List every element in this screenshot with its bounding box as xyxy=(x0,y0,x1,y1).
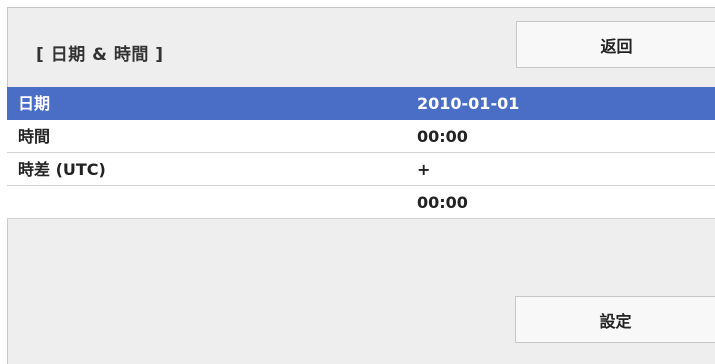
row-timezone-sign-value: + xyxy=(417,160,431,179)
row-date[interactable]: 日期 2010-01-01 xyxy=(7,87,715,120)
back-button[interactable]: 返回 xyxy=(516,21,715,68)
row-time[interactable]: 時間 00:00 xyxy=(7,120,715,153)
row-timezone-label: 時差 (UTC) xyxy=(18,160,106,179)
row-timezone-sign[interactable]: 時差 (UTC) + xyxy=(7,153,715,186)
row-timezone-offset[interactable]: 00:00 xyxy=(7,186,715,219)
row-date-label: 日期 xyxy=(18,94,51,113)
page-title: [ 日期 & 時間 ] xyxy=(36,45,164,65)
set-button[interactable]: 設定 xyxy=(515,296,715,343)
row-date-value: 2010-01-01 xyxy=(417,94,520,113)
row-time-value: 00:00 xyxy=(417,127,468,146)
settings-list: 日期 2010-01-01 時間 00:00 時差 (UTC) + 00:00 xyxy=(7,87,715,219)
row-time-label: 時間 xyxy=(18,127,51,146)
row-timezone-offset-value: 00:00 xyxy=(417,193,468,212)
